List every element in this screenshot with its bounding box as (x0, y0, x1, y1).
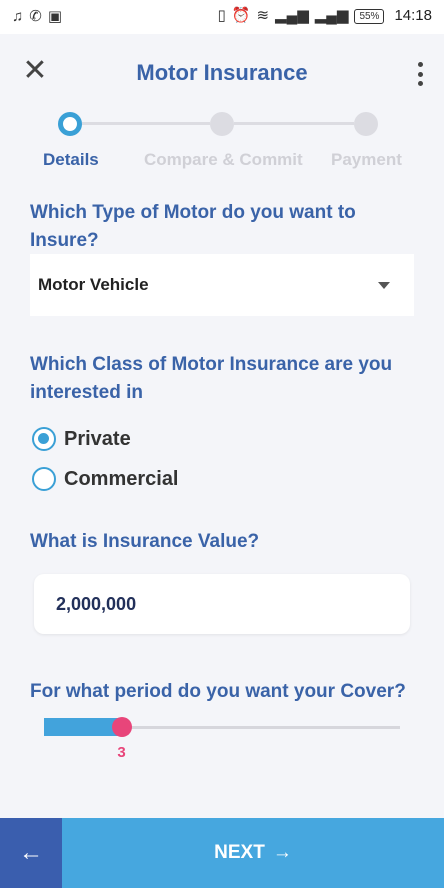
step-dot-compare (210, 112, 234, 136)
slider-value: 3 (117, 744, 126, 761)
status-right-icons: ▯ ⏰ ≋ ▂▄▆ ▂▄▆ 55% 14:18 (218, 7, 433, 25)
motor-type-select[interactable]: Motor Vehicle (30, 254, 414, 316)
cover-period-slider[interactable]: 3 (44, 716, 400, 761)
music-icon: ♫ (12, 8, 24, 25)
chevron-down-icon (378, 282, 390, 289)
gallery-icon: ▣ (47, 8, 63, 25)
arrow-left-icon: ← (19, 839, 43, 866)
wifi-icon: ≋ (256, 7, 270, 24)
radio-button-checked[interactable] (32, 427, 56, 451)
step-dot-details (58, 112, 82, 136)
app-bar: ✕ Motor Insurance (0, 34, 444, 114)
signal-icon: ▂▄▆ (275, 7, 309, 24)
more-vertical-icon[interactable] (410, 60, 430, 88)
radio-button-unchecked[interactable] (32, 467, 56, 491)
next-label: NEXT (214, 842, 265, 863)
vibrate-icon: ▯ (217, 7, 226, 24)
step-label-details: Details (43, 150, 99, 169)
motor-type-value: Motor Vehicle (38, 275, 149, 294)
radio-label-private: Private (64, 427, 131, 450)
whatsapp-icon: ✆ (29, 8, 42, 25)
radio-commercial[interactable]: Commercial (32, 467, 179, 491)
insurance-value-question: What is Insurance Value? (30, 531, 260, 552)
insurance-value-text: 2,000,000 (56, 594, 137, 614)
next-button[interactable]: NEXT → (62, 818, 444, 888)
clock: 14:18 (394, 7, 432, 24)
motor-type-question: Which Type of Motor do you want to Insur… (30, 202, 356, 251)
battery-indicator: 55% (354, 8, 385, 24)
step-label-payment: Payment (331, 150, 402, 169)
insurance-class-question: Which Class of Motor Insurance are you i… (30, 354, 393, 403)
step-dot-payment (354, 112, 378, 136)
step-connector (234, 122, 354, 125)
page-title: Motor Insurance (136, 60, 308, 85)
back-button[interactable]: ← (0, 818, 62, 888)
slider-fill (44, 718, 123, 736)
step-connector (82, 122, 210, 125)
slider-thumb[interactable] (112, 717, 133, 737)
arrow-right-icon: → (272, 842, 292, 863)
status-left-icons: ♫ ✆ ▣ (12, 8, 62, 26)
bottom-bar: ← NEXT → (0, 818, 444, 888)
progress-stepper: Details Compare & Commit Payment (0, 110, 444, 180)
signal-icon: ▂▄▆ (314, 7, 349, 24)
status-bar: ♫ ✆ ▣ ▯ ⏰ ≋ ▂▄▆ ▂▄▆ 55% 14:18 (0, 0, 444, 34)
insurance-value-input[interactable]: 2,000,000 (34, 574, 410, 634)
radio-label-commercial: Commercial (64, 467, 179, 490)
cover-period-question: For what period do you want your Cover? (30, 681, 406, 702)
step-label-compare: Compare & Commit (144, 150, 303, 169)
radio-private[interactable]: Private (32, 427, 131, 451)
alarm-icon: ⏰ (231, 7, 251, 24)
